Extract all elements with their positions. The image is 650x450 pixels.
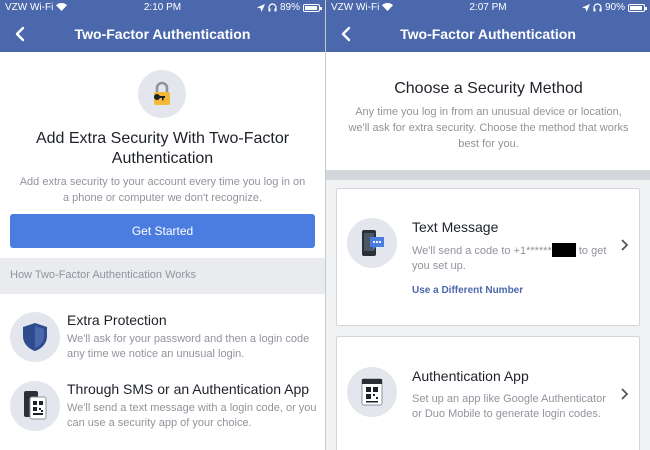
divider [326,170,650,180]
battery-percent: 89% [279,2,300,13]
page-title: Two-Factor Authentication [74,26,251,42]
left-screen: VZW Wi-Fi 2:10 PM 89% Two-Factor Authent… [0,0,325,450]
chevron-right-icon [621,239,629,251]
battery-percent: 90% [604,2,625,13]
main-heading: Add Extra Security With Two-Factor Authe… [35,130,290,167]
main-heading: Choose a Security Method [394,80,583,97]
method-description-start: We'll send a code to +1****** [412,245,552,257]
status-right: 89% [256,2,322,13]
nav-bar: Two-Factor Authentication [0,24,325,44]
get-started-button[interactable]: Get Started [10,214,315,248]
location-icon [256,3,265,12]
method-card-authentication-app[interactable]: Authentication App Set up an app like Go… [336,336,640,450]
feature-description: We'll ask for your password and then a l… [67,333,310,360]
nav-bar: Two-Factor Authentication [326,24,650,44]
method-title: Authentication App [412,368,529,384]
headphones-icon [268,3,277,12]
status-bar: VZW Wi-Fi 2:07 PM 90% [326,2,650,16]
feature-description: We'll send a text message with a login c… [67,402,317,429]
header: VZW Wi-Fi 2:07 PM 90% Two-Factor Authent… [326,0,650,52]
status-right: 90% [581,2,647,13]
header: VZW Wi-Fi 2:10 PM 89% Two-Factor Authent… [0,0,325,52]
method-description: We'll send a code to +1****** to get you… [412,243,607,274]
method-card-text-message[interactable]: Text Message We'll send a code to +1****… [336,188,640,326]
feature-title: Through SMS or an Authentication App [67,381,310,397]
battery-icon [303,3,322,12]
battery-icon [628,3,647,12]
padlock-key-icon [138,70,186,118]
chevron-right-icon [621,388,629,400]
redacted-number [551,243,576,257]
phone-qr-icon [10,381,60,431]
method-description: Set up an app like Google Authenticator … [412,393,606,420]
feature-item: Through SMS or an Authentication App We'… [10,381,317,435]
right-screen: VZW Wi-Fi 2:07 PM 90% Two-Factor Authent… [325,0,650,450]
main-description: Add extra security to your account every… [19,176,306,204]
location-icon [581,3,590,12]
headphones-icon [593,3,602,12]
main-description: Any time you log in from an unusual devi… [348,106,629,150]
feature-title: Extra Protection [67,312,167,328]
method-title: Text Message [412,219,499,235]
shield-icon [10,312,60,362]
feature-item: Extra Protection We'll ask for your pass… [10,312,317,366]
qr-app-icon [347,367,397,417]
page-title: Two-Factor Authentication [400,26,576,42]
phone-message-icon [347,218,397,268]
status-bar: VZW Wi-Fi 2:10 PM 89% [0,2,325,16]
use-different-number-link[interactable]: Use a Different Number [412,285,523,296]
section-header: How Two-Factor Authentication Works [0,258,325,294]
